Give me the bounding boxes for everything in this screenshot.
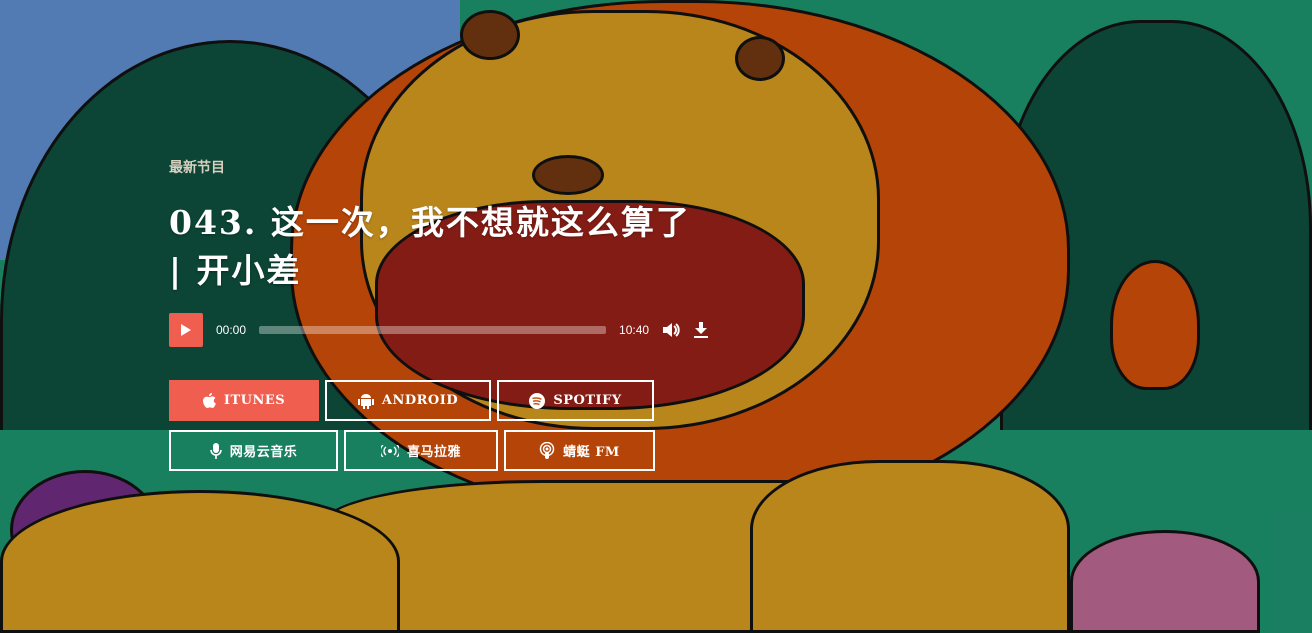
episode-title[interactable]: 043. 这一次，我不想就这么算了 | 开小差	[169, 199, 709, 295]
spotify-icon	[529, 392, 546, 409]
netease-music-label: 网易云音乐	[229, 445, 298, 460]
play-button[interactable]	[169, 313, 203, 347]
qingting-fm-button[interactable]: 蜻蜓 FM	[504, 430, 655, 471]
ximalaya-label: 喜马拉雅	[406, 445, 461, 460]
spotify-label: SPOTIFY	[553, 393, 622, 408]
android-icon	[357, 393, 374, 409]
play-icon	[181, 324, 191, 336]
broadcast-icon	[380, 444, 399, 457]
apple-icon	[202, 393, 216, 408]
qingting-fm-label: 蜻蜓 FM	[563, 445, 620, 460]
current-time: 00:00	[216, 323, 247, 337]
volume-icon[interactable]	[662, 322, 680, 338]
netease-music-button[interactable]: 网易云音乐	[169, 430, 338, 471]
spotify-button[interactable]: SPOTIFY	[497, 380, 654, 421]
android-button[interactable]: ANDROID	[325, 380, 491, 421]
podcast-icon	[539, 442, 555, 459]
download-icon[interactable]	[694, 322, 709, 338]
itunes-button[interactable]: ITUNES	[169, 380, 319, 421]
audio-player: 00:00 10:40	[169, 313, 709, 347]
subscribe-buttons: ITUNES ANDROID SPOTIFY 网易云音乐 喜马拉雅 蜻蜓 FM	[169, 380, 655, 480]
duration: 10:40	[619, 323, 650, 337]
latest-episode-section: 最新节目 043. 这一次，我不想就这么算了 | 开小差 00:00 10:40…	[169, 150, 709, 471]
android-label: ANDROID	[381, 393, 459, 408]
section-label: 最新节目	[169, 160, 225, 176]
progress-slider[interactable]	[259, 326, 607, 334]
microphone-icon	[209, 442, 222, 459]
ximalaya-button[interactable]: 喜马拉雅	[344, 430, 498, 471]
itunes-label: ITUNES	[223, 393, 286, 408]
